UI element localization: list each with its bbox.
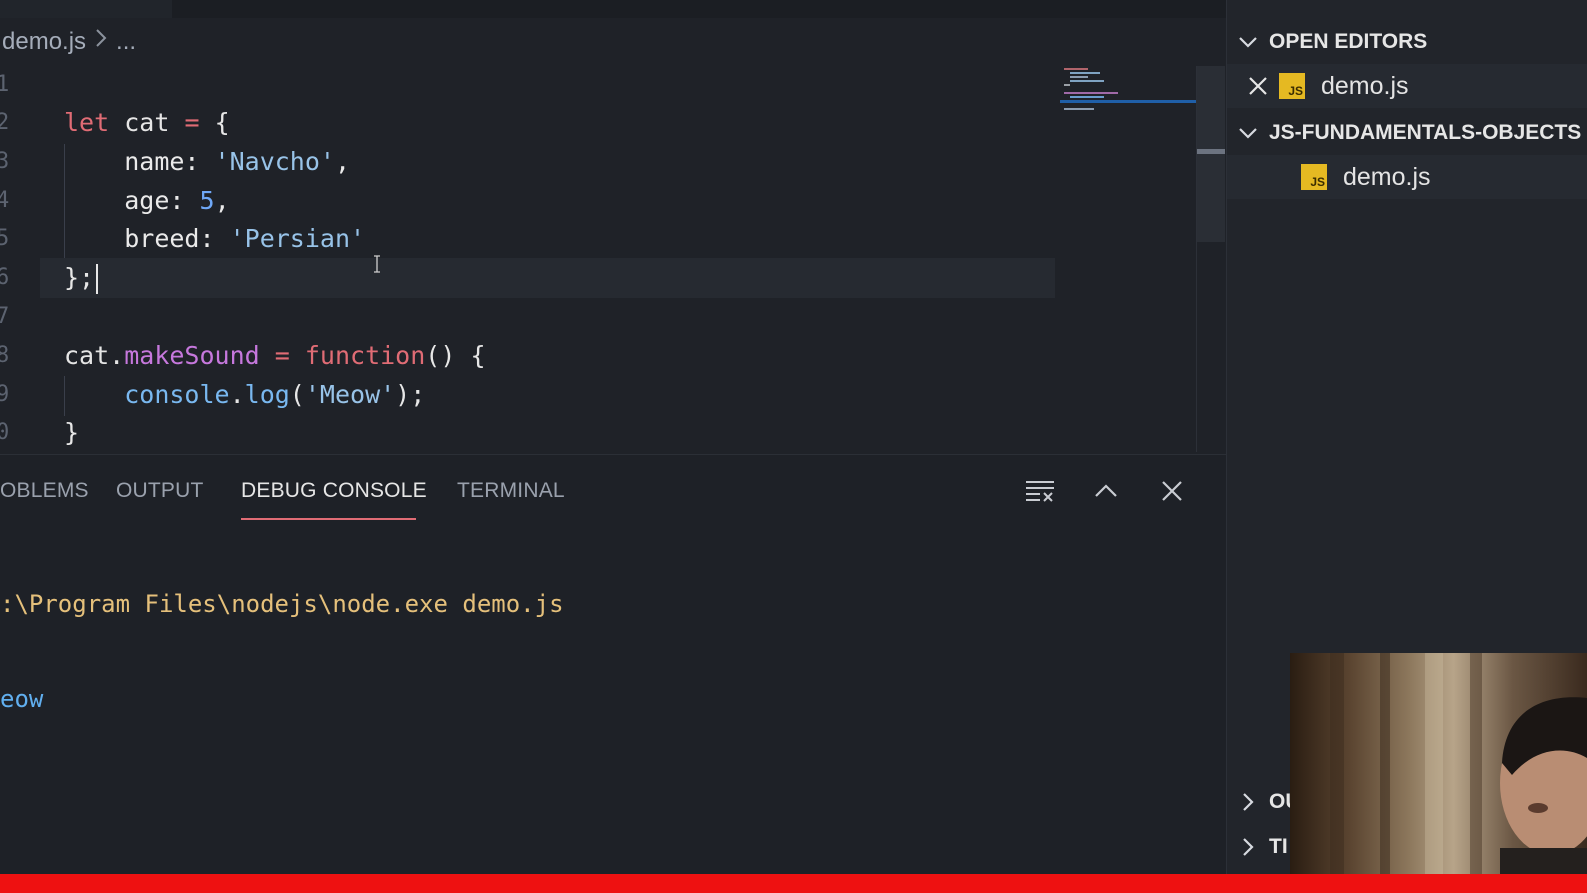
operator-assign: = — [274, 341, 290, 370]
string-value: 'Navcho' — [214, 147, 335, 176]
property-key: age: — [124, 186, 185, 215]
code-line: age: 5, — [64, 182, 230, 220]
line-number: 9 — [0, 382, 10, 407]
line-number: 4 — [0, 188, 10, 213]
line-number: 3 — [0, 149, 10, 174]
tab-output[interactable]: OUTPUT — [116, 479, 204, 503]
breadcrumb: demo.js ... — [2, 27, 136, 56]
video-progress-bar[interactable] — [0, 874, 1587, 893]
brace-close: }; — [64, 263, 95, 292]
mouse-ibeam-icon — [372, 255, 382, 278]
tab-debug-console[interactable]: DEBUG CONSOLE — [241, 479, 427, 503]
line-number: 5 — [0, 226, 10, 251]
scrollbar-cursor-marker — [1197, 149, 1225, 154]
clear-console-icon[interactable] — [1024, 475, 1056, 507]
property-key: name: — [124, 147, 200, 176]
string-value: 'Meow' — [304, 380, 396, 409]
debug-console-output[interactable]: :\Program Files\nodejs\node.exe demo.js … — [0, 529, 564, 775]
javascript-file-icon: JS — [1279, 73, 1305, 99]
folder-item-demo-js[interactable]: JS demo.js — [1227, 155, 1587, 199]
paren-close: ); — [395, 380, 426, 409]
method-name: log — [244, 380, 290, 409]
line-number: 2 — [0, 110, 10, 135]
chevron-right-icon — [1227, 836, 1269, 858]
folder-filename: demo.js — [1343, 162, 1431, 191]
close-panel-icon[interactable] — [1156, 475, 1188, 507]
operator-assign: = — [184, 108, 200, 137]
console-command-line: :\Program Files\nodejs\node.exe demo.js — [0, 590, 564, 618]
open-editors-header[interactable]: OPEN EDITORS — [1227, 20, 1587, 64]
javascript-file-icon: JS — [1301, 164, 1327, 190]
close-icon[interactable] — [1227, 75, 1269, 97]
open-editor-filename: demo.js — [1321, 71, 1409, 100]
method-name: makeSound — [124, 341, 260, 370]
object-name: cat — [64, 341, 110, 370]
console-output-line: eow — [0, 685, 44, 713]
breadcrumb-more[interactable]: ... — [116, 28, 136, 56]
comma: , — [334, 147, 351, 176]
object-name: console — [124, 380, 230, 409]
brace-open: { — [470, 341, 486, 370]
code-editor[interactable]: demo.js ... 1 2 3 4 5 6 7 8 9 0 let cat … — [0, 18, 1226, 454]
code-line: cat.makeSound = function() { — [64, 337, 486, 375]
line-number: 8 — [0, 343, 10, 368]
property-key: breed: — [124, 224, 215, 253]
line-number: 0 — [0, 420, 10, 445]
bottom-panel: OBLEMS OUTPUT DEBUG CONSOLE TERMINAL :\P… — [0, 454, 1226, 875]
code-line: breed: 'Persian' — [64, 220, 365, 258]
chevron-up-icon[interactable] — [1090, 475, 1122, 507]
vertical-scrollbar[interactable] — [1197, 66, 1225, 242]
active-tab-indicator — [241, 518, 416, 520]
editor-tab-strip — [0, 0, 172, 18]
chevron-down-icon — [1227, 122, 1269, 144]
folder-header[interactable]: JS-FUNDAMENTALS-OBJECTS — [1227, 111, 1587, 155]
current-line-highlight — [40, 258, 1055, 298]
tab-terminal[interactable]: TERMINAL — [457, 479, 565, 503]
dot: . — [109, 341, 125, 370]
code-line: } — [64, 414, 79, 452]
dot: . — [229, 380, 245, 409]
parens: () — [425, 341, 456, 370]
code-line: console.log('Meow'); — [64, 376, 425, 414]
comma: , — [214, 186, 230, 215]
tab-problems[interactable]: OBLEMS — [0, 479, 89, 503]
open-editor-item-demo-js[interactable]: JS demo.js — [1227, 64, 1587, 108]
webcam-overlay — [1290, 653, 1587, 874]
variable-cat: cat — [124, 108, 170, 137]
string-value: 'Persian' — [229, 224, 366, 253]
line-number: 6 — [0, 265, 10, 290]
brace-close: } — [64, 418, 80, 447]
timeline-title: TI — [1269, 835, 1288, 858]
number-value: 5 — [199, 186, 215, 215]
breadcrumb-file[interactable]: demo.js — [2, 28, 86, 56]
open-editors-title: OPEN EDITORS — [1269, 30, 1428, 53]
text-cursor — [96, 264, 99, 294]
keyword-let: let — [64, 108, 110, 137]
paren-open: ( — [289, 380, 305, 409]
code-line: name: 'Navcho', — [64, 143, 350, 181]
minimap-current-line — [1060, 100, 1196, 103]
minimap[interactable] — [1060, 66, 1200, 126]
line-number: 7 — [0, 304, 10, 329]
keyword-function: function — [304, 341, 426, 370]
line-number: 1 — [0, 72, 10, 97]
code-content[interactable]: let cat = { name: 'Navcho', age: 5, bree… — [64, 66, 486, 447]
chevron-right-icon — [1227, 791, 1269, 813]
code-line: let cat = { — [64, 104, 230, 142]
chevron-down-icon — [1227, 31, 1269, 53]
editor-title-bar — [0, 0, 1226, 18]
chevron-right-icon — [94, 27, 108, 56]
code-line: }; — [64, 259, 99, 297]
brace-open: { — [214, 108, 230, 137]
folder-title: JS-FUNDAMENTALS-OBJECTS — [1269, 121, 1582, 144]
